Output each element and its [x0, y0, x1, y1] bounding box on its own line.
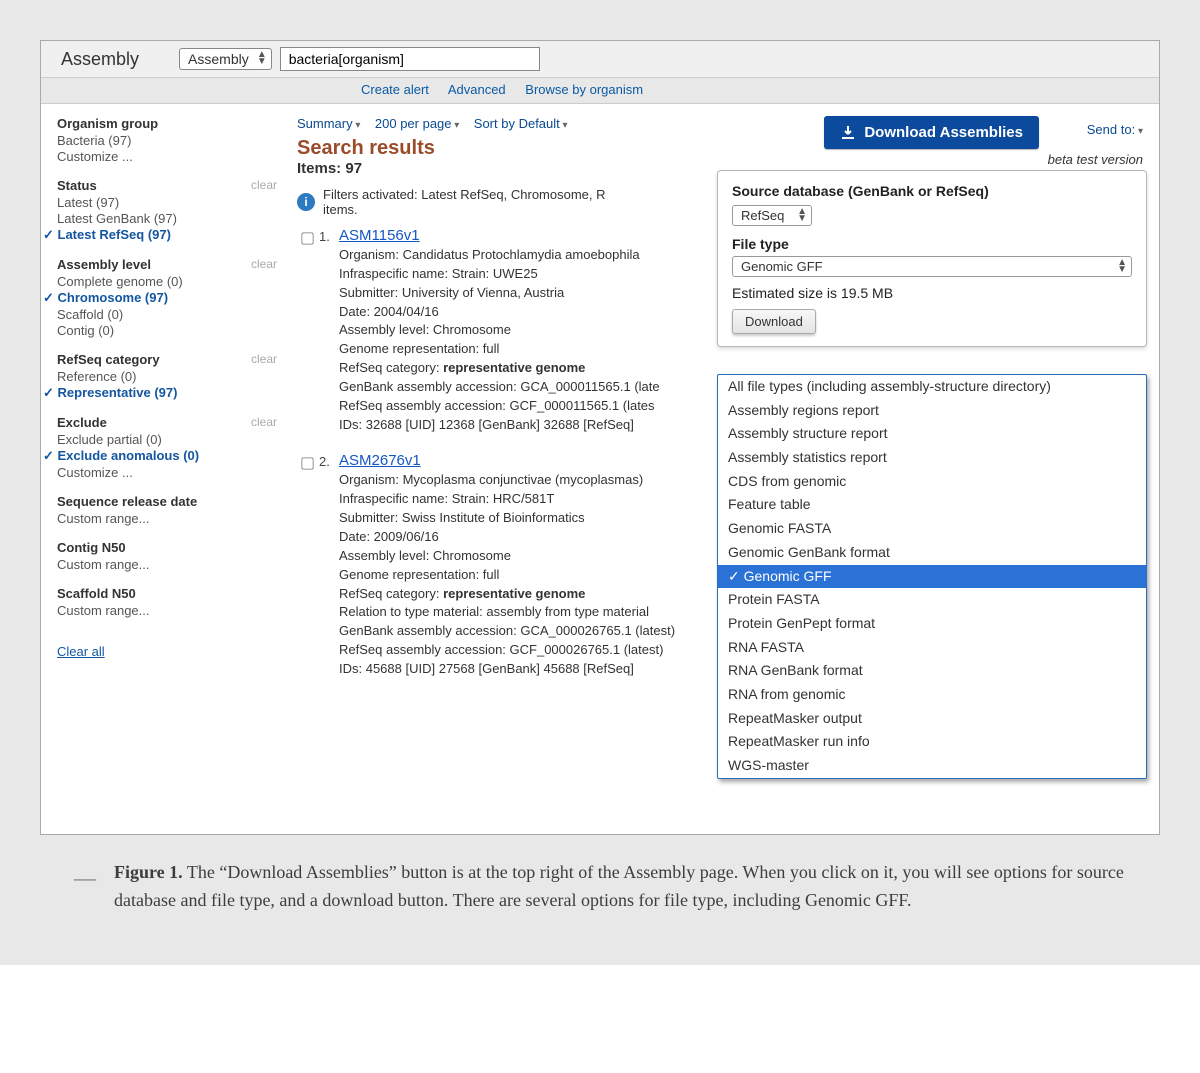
stepper-icon: ▲▼: [797, 208, 807, 222]
facet-item-selected[interactable]: Latest RefSeq (97): [57, 227, 277, 243]
file-type-option[interactable]: RNA GenBank format: [718, 659, 1146, 683]
search-links-bar: Create alert Advanced Browse by organism: [41, 78, 1159, 104]
display-format[interactable]: Summary: [297, 116, 360, 131]
facet-scaffold-n50: Scaffold N50 Custom range...: [57, 586, 277, 618]
search-bar: Assembly Assembly ▲▼: [41, 41, 1159, 78]
file-type-option[interactable]: CDS from genomic: [718, 470, 1146, 494]
facet-item[interactable]: Bacteria (97): [57, 133, 277, 148]
file-type-option[interactable]: Feature table: [718, 493, 1146, 517]
facet-exclude: Exclude clear Exclude partial (0) Exclud…: [57, 415, 277, 480]
estimated-size: Estimated size is 19.5 MB: [732, 285, 1132, 301]
advanced-link[interactable]: Advanced: [448, 82, 506, 97]
result-checkbox[interactable]: [301, 232, 313, 244]
file-type-dropdown[interactable]: All file types (including assembly-struc…: [717, 374, 1147, 779]
figure-container: Assembly Assembly ▲▼ Create alert Advanc…: [0, 0, 1200, 965]
facet-assembly-level: Assembly level clear Complete genome (0)…: [57, 257, 277, 338]
download-icon: [840, 125, 856, 141]
file-type-option[interactable]: Assembly regions report: [718, 399, 1146, 423]
facet-clear[interactable]: clear: [251, 415, 277, 429]
source-db-select[interactable]: RefSeq ▲▼: [732, 205, 812, 226]
facet-clear[interactable]: clear: [251, 257, 277, 271]
facet-seq-release: Sequence release date Custom range...: [57, 494, 277, 526]
facet-customize[interactable]: Customize ...: [57, 149, 277, 164]
download-button[interactable]: Download: [732, 309, 816, 334]
facet-refseq-category: RefSeq category clear Reference (0) Repr…: [57, 352, 277, 401]
file-type-option[interactable]: RepeatMasker output: [718, 707, 1146, 731]
figure-caption: — Figure 1. The “Download Assemblies” bu…: [40, 835, 1160, 925]
file-type-option[interactable]: All file types (including assembly-struc…: [718, 375, 1146, 399]
result-index: 1.: [319, 227, 339, 244]
facet-status: Status clear Latest (97) Latest GenBank …: [57, 178, 277, 243]
file-type-option[interactable]: Assembly statistics report: [718, 446, 1146, 470]
file-type-option[interactable]: RNA from genomic: [718, 683, 1146, 707]
info-icon: i: [297, 193, 315, 211]
facet-clear[interactable]: clear: [251, 178, 277, 192]
source-db-label: Source database (GenBank or RefSeq): [732, 183, 1132, 199]
caption-dash-icon: —: [74, 861, 96, 915]
create-alert-link[interactable]: Create alert: [361, 82, 429, 97]
file-type-option[interactable]: Genomic FASTA: [718, 517, 1146, 541]
facet-organism: Organism group Bacteria (97) Customize .…: [57, 116, 277, 164]
file-type-option[interactable]: RNA FASTA: [718, 636, 1146, 660]
filter-sidebar: Organism group Bacteria (97) Customize .…: [57, 116, 277, 822]
file-type-option[interactable]: RepeatMasker run info: [718, 730, 1146, 754]
app-frame: Assembly Assembly ▲▼ Create alert Advanc…: [40, 40, 1160, 835]
beta-label: beta test version: [1048, 152, 1143, 167]
file-type-option[interactable]: Protein FASTA: [718, 588, 1146, 612]
download-assemblies-button[interactable]: Download Assemblies: [824, 116, 1039, 149]
send-to-menu[interactable]: Send to:: [1087, 122, 1143, 137]
file-type-option[interactable]: Protein GenPept format: [718, 612, 1146, 636]
result-checkbox[interactable]: [301, 458, 313, 470]
file-type-option[interactable]: Assembly structure report: [718, 422, 1146, 446]
search-input[interactable]: [280, 47, 540, 71]
stepper-icon: ▲▼: [257, 51, 267, 65]
file-type-option[interactable]: WGS-master: [718, 754, 1146, 778]
result-index: 2.: [319, 452, 339, 469]
facet-contig-n50: Contig N50 Custom range...: [57, 540, 277, 572]
sort-by[interactable]: Sort by Default: [474, 116, 568, 131]
download-panel: Source database (GenBank or RefSeq) RefS…: [717, 170, 1147, 347]
browse-link[interactable]: Browse by organism: [525, 82, 643, 97]
file-type-option[interactable]: Genomic GenBank format: [718, 541, 1146, 565]
page-title: Assembly: [61, 49, 139, 70]
database-select[interactable]: Assembly ▲▼: [179, 48, 272, 70]
file-type-select[interactable]: Genomic GFF ▲▼: [732, 256, 1132, 277]
file-type-label: File type: [732, 236, 1132, 252]
main-area: Organism group Bacteria (97) Customize .…: [41, 104, 1159, 834]
stepper-icon: ▲▼: [1117, 259, 1127, 273]
file-type-option[interactable]: Genomic GFF: [718, 565, 1146, 589]
per-page[interactable]: 200 per page: [375, 116, 459, 131]
clear-all-link[interactable]: Clear all: [57, 644, 105, 659]
facet-clear[interactable]: clear: [251, 352, 277, 366]
